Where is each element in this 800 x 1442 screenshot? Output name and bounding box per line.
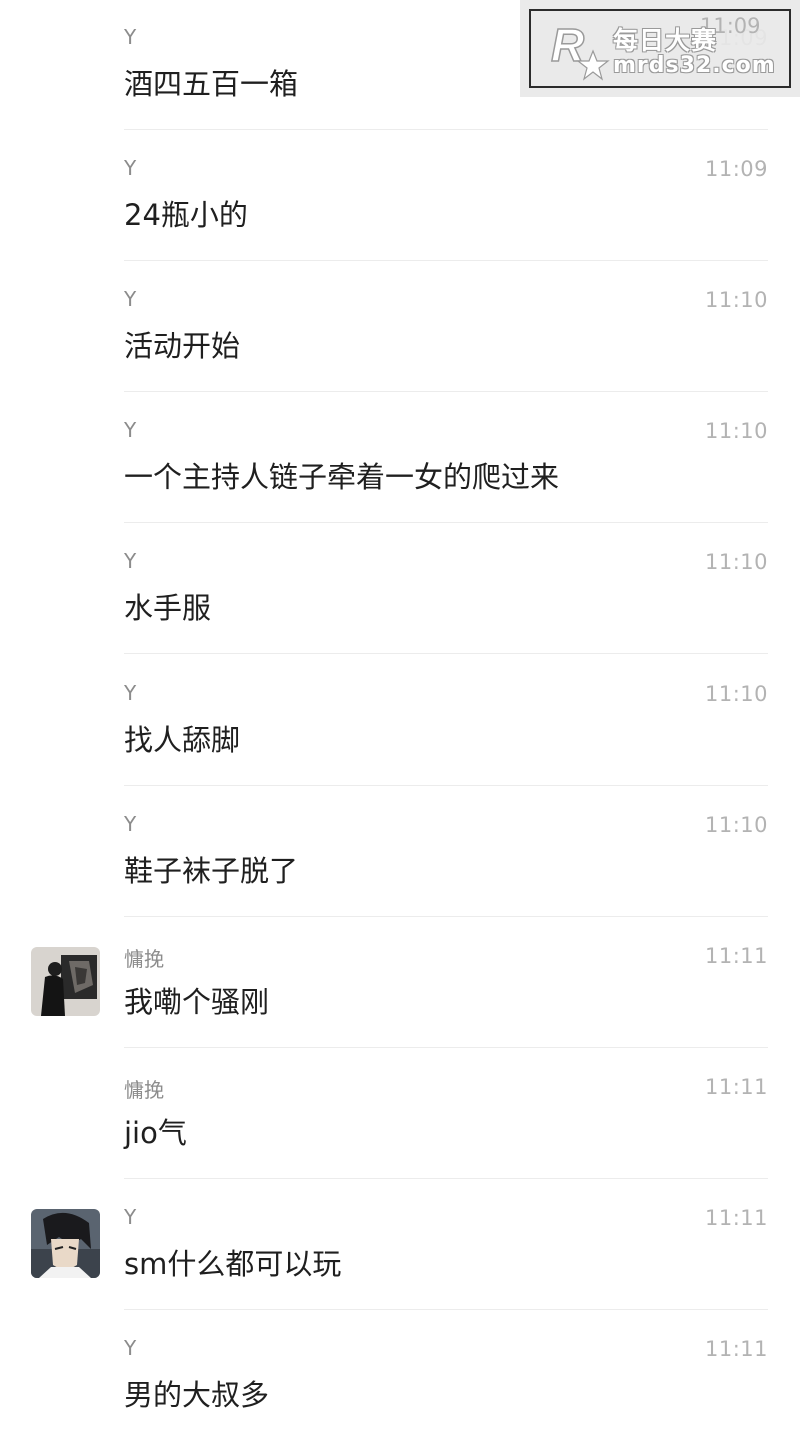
message-text[interactable]: 男的大叔多 [124, 1372, 269, 1414]
watermark-title: 每日大赛 [613, 26, 718, 55]
message-text[interactable]: 酒四五百一箱 [124, 61, 298, 103]
message-text[interactable]: 找人舔脚 [124, 717, 240, 759]
sender-name: Y [124, 549, 137, 573]
sender-name: Y [124, 681, 137, 705]
message-text[interactable]: 鞋子袜子脱了 [124, 848, 298, 890]
message-time: 11:11 [704, 944, 768, 968]
message-row[interactable]: Y 11:10 水手服 [0, 523, 800, 654]
watermark-overlay: 11:09 R 每日大赛 mrds32.com [520, 0, 800, 97]
avatar-person-icon [31, 947, 100, 1016]
message-time: 11:09 [704, 157, 768, 181]
avatar-anime-icon [31, 1209, 100, 1278]
sender-name: Y [124, 156, 137, 180]
message-row[interactable]: Y 11:10 活动开始 [0, 261, 800, 392]
sender-name: Y [124, 1336, 137, 1360]
avatar[interactable] [31, 947, 100, 1016]
sender-name: 慵挽 [124, 947, 164, 971]
message-text[interactable]: 活动开始 [124, 323, 240, 365]
sender-name: Y [124, 25, 137, 49]
message-row[interactable]: 慵挽 11:11 jio气 [0, 1048, 800, 1179]
chat-message-list[interactable]: Y 11:09 酒四五百一箱 Y 11:09 24瓶小的 Y 11:10 活动开… [0, 0, 800, 1442]
message-text[interactable]: 一个主持人链子牵着一女的爬过来 [124, 454, 559, 496]
message-time: 11:11 [704, 1206, 768, 1230]
message-time: 11:10 [704, 419, 768, 443]
message-row[interactable]: Y 11:10 鞋子袜子脱了 [0, 786, 800, 917]
message-text[interactable]: jio气 [124, 1110, 187, 1152]
message-time: 11:11 [704, 1337, 768, 1361]
message-time: 11:11 [704, 1075, 768, 1099]
message-row[interactable]: Y 11:10 找人舔脚 [0, 655, 800, 786]
sender-name: Y [124, 287, 137, 311]
message-row[interactable]: Y 11:11 男的大叔多 [0, 1310, 800, 1441]
message-time: 11:10 [704, 288, 768, 312]
watermark-logo-icon: R [550, 18, 610, 81]
divider [124, 653, 768, 654]
sender-name: Y [124, 418, 137, 442]
message-row[interactable]: 慵挽 11:11 我嘞个骚刚 [0, 917, 800, 1048]
avatar[interactable] [31, 1209, 100, 1278]
sender-name: 慵挽 [124, 1078, 164, 1102]
message-time: 11:10 [704, 682, 768, 706]
message-time: 11:10 [704, 550, 768, 574]
sender-name: Y [124, 812, 137, 836]
message-row[interactable]: Y 11:11 sm什么都可以玩 [0, 1179, 800, 1310]
message-row[interactable]: Y 11:09 24瓶小的 [0, 130, 800, 261]
message-text[interactable]: 24瓶小的 [124, 192, 248, 234]
message-text[interactable]: 水手服 [124, 585, 211, 627]
watermark-frame: R 每日大赛 mrds32.com [529, 9, 791, 88]
message-text[interactable]: 我嘞个骚刚 [124, 979, 269, 1021]
message-text[interactable]: sm什么都可以玩 [124, 1241, 341, 1283]
message-time: 11:10 [704, 813, 768, 837]
sender-name: Y [124, 1205, 137, 1229]
svg-text:R: R [551, 19, 584, 71]
message-row[interactable]: Y 11:10 一个主持人链子牵着一女的爬过来 [0, 392, 800, 523]
watermark-url: mrds32.com [613, 53, 776, 78]
